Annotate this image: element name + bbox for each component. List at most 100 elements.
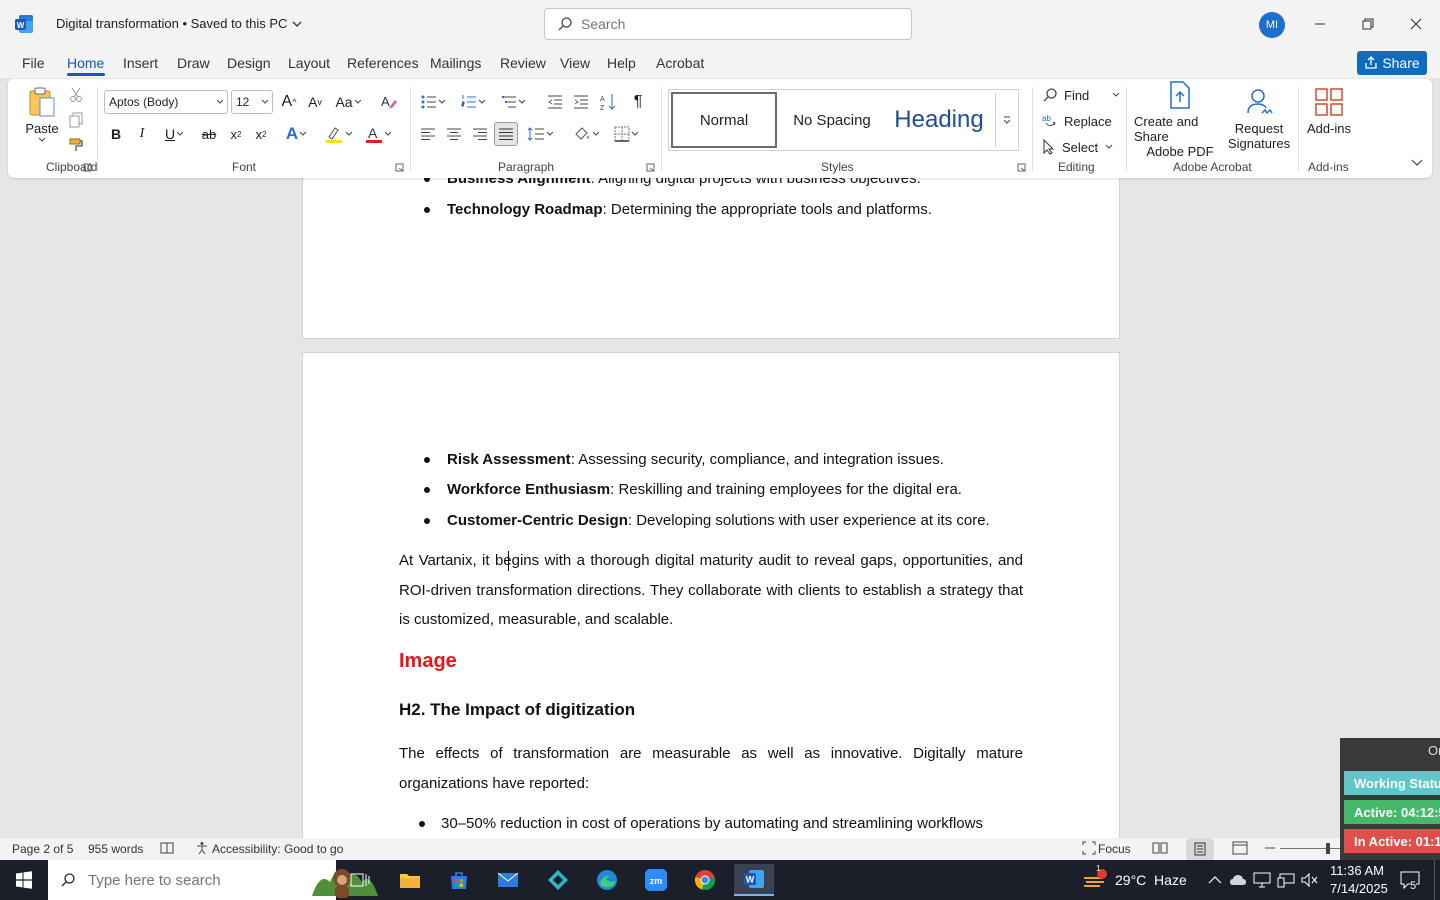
accessibility-status[interactable]: Accessibility: Good to go — [212, 842, 343, 856]
time-tracker-widget[interactable]: Or Working Status Active: 04:12:56 In Ac… — [1340, 738, 1440, 860]
search-input[interactable] — [581, 16, 881, 32]
word-taskbar-icon[interactable]: W — [734, 864, 774, 896]
zoom-slider-thumb[interactable] — [1326, 843, 1330, 854]
align-center-icon[interactable] — [444, 123, 464, 145]
font-name-combobox[interactable]: Aptos (Body) — [104, 90, 228, 114]
tab-design[interactable]: Design — [227, 55, 271, 71]
page-count[interactable]: Page 2 of 5 — [12, 842, 73, 856]
accessibility-icon[interactable] — [195, 841, 209, 855]
clock-date[interactable]: 7/14/2025 — [1330, 881, 1388, 896]
tab-draw[interactable]: Draw — [177, 55, 210, 71]
dialog-launcher-icon[interactable] — [395, 163, 404, 172]
style-no-spacing[interactable]: No Spacing — [779, 92, 885, 148]
sort-icon[interactable]: AZ — [598, 91, 620, 113]
edge-browser-icon[interactable] — [587, 864, 627, 896]
highlight-color-icon[interactable] — [322, 123, 356, 145]
dialog-launcher-icon[interactable] — [1017, 163, 1026, 172]
tab-acrobat[interactable]: Acrobat — [656, 55, 704, 71]
web-layout-icon[interactable] — [1232, 841, 1248, 855]
text-effects-icon[interactable]: A — [280, 123, 314, 145]
chrome-browser-icon[interactable] — [685, 864, 725, 896]
tab-help[interactable]: Help — [607, 55, 636, 71]
mail-icon[interactable] — [488, 864, 528, 896]
avatar[interactable]: MI — [1259, 12, 1285, 38]
justify-icon[interactable] — [494, 122, 518, 146]
show-desktop-button[interactable] — [1434, 860, 1435, 900]
shrink-font-icon[interactable]: Av — [304, 91, 326, 113]
search-box[interactable] — [544, 8, 912, 40]
dialog-launcher-icon[interactable] — [83, 163, 92, 172]
superscript-icon[interactable]: x2 — [251, 123, 271, 145]
increase-indent-icon[interactable] — [570, 91, 592, 113]
cut-icon[interactable] — [66, 85, 86, 105]
focus-icon[interactable] — [1082, 841, 1096, 855]
change-case-icon[interactable]: Aa — [332, 91, 366, 113]
print-layout-icon[interactable] — [1186, 838, 1214, 860]
weather-icon[interactable] — [1080, 864, 1110, 896]
focus-label[interactable]: Focus — [1098, 842, 1131, 856]
find-button[interactable]: Find — [1042, 85, 1121, 105]
format-painter-icon[interactable] — [66, 135, 86, 155]
close-button[interactable] — [1401, 10, 1431, 38]
borders-icon[interactable] — [610, 123, 644, 145]
tab-insert[interactable]: Insert — [123, 55, 158, 71]
zoom-app-icon[interactable]: zm — [636, 864, 676, 896]
line-spacing-icon[interactable] — [524, 123, 558, 145]
replace-button[interactable]: ab Replace — [1042, 111, 1112, 131]
task-view-icon[interactable] — [340, 864, 380, 896]
svg-text:ab: ab — [1042, 114, 1051, 123]
restore-button[interactable] — [1353, 10, 1383, 38]
microsoft-store-icon[interactable] — [439, 864, 479, 896]
show-formatting-icon[interactable]: ¶ — [628, 91, 648, 113]
font-color-icon[interactable]: A — [362, 123, 396, 145]
grow-font-icon[interactable]: A ^ — [278, 91, 300, 113]
taskbar-search[interactable] — [48, 860, 378, 900]
numbering-icon[interactable] — [458, 91, 490, 113]
tab-home[interactable]: Home — [67, 55, 104, 71]
clear-formatting-icon[interactable]: A — [378, 91, 400, 113]
tab-references[interactable]: References — [347, 55, 419, 71]
clock-time[interactable]: 11:36 AM — [1330, 863, 1384, 878]
copy-icon[interactable] — [66, 110, 86, 130]
share-button[interactable]: Share — [1357, 51, 1427, 75]
app-diamond-icon[interactable] — [538, 864, 578, 896]
underline-icon[interactable]: U — [158, 123, 192, 145]
multilevel-list-icon[interactable] — [498, 91, 530, 113]
minimize-button[interactable] — [1305, 10, 1335, 38]
styles-more-button[interactable] — [995, 92, 1017, 148]
font-size-combobox[interactable]: 12 — [231, 90, 273, 114]
volume-muted-icon[interactable] — [1296, 864, 1324, 896]
collapse-ribbon-icon[interactable] — [1408, 155, 1426, 171]
file-explorer-icon[interactable] — [390, 864, 430, 896]
bullets-icon[interactable] — [418, 91, 450, 113]
shading-icon[interactable] — [570, 123, 604, 145]
paste-button[interactable]: Paste — [24, 85, 60, 145]
style-heading[interactable]: Heading — [885, 92, 993, 148]
word-count[interactable]: 955 words — [88, 842, 143, 856]
read-mode-icon[interactable] — [1152, 841, 1168, 855]
decrease-indent-icon[interactable] — [544, 91, 566, 113]
taskbar-search-input[interactable] — [88, 871, 248, 889]
create-share-pdf-button[interactable]: Create and Share Adobe PDF — [1134, 80, 1226, 159]
align-right-icon[interactable] — [470, 123, 490, 145]
select-button[interactable]: Select — [1042, 137, 1114, 157]
dialog-launcher-icon[interactable] — [646, 163, 655, 172]
request-signatures-button[interactable]: Request Signatures — [1228, 85, 1290, 153]
align-left-icon[interactable] — [418, 123, 438, 145]
tab-file[interactable]: File — [22, 55, 45, 71]
add-ins-button[interactable]: Add-ins — [1304, 85, 1354, 137]
weather-text[interactable]: 29°C Haze — [1115, 872, 1187, 888]
tab-view[interactable]: View — [560, 55, 590, 71]
style-normal[interactable]: Normal — [671, 92, 777, 148]
bold-icon[interactable]: B — [106, 123, 126, 145]
strikethrough-icon[interactable]: ab — [198, 123, 220, 145]
zoom-out-icon[interactable] — [1264, 841, 1276, 855]
proofing-icon[interactable] — [160, 841, 174, 855]
subscript-icon[interactable]: x2 — [226, 123, 246, 145]
document-title[interactable]: Digital transformation • Saved to this P… — [56, 16, 303, 31]
tab-layout[interactable]: Layout — [288, 55, 330, 71]
tab-mailings[interactable]: Mailings — [430, 55, 481, 71]
tab-review[interactable]: Review — [500, 55, 546, 71]
windows-start-icon[interactable] — [4, 864, 44, 896]
italic-icon[interactable]: I — [132, 123, 152, 145]
